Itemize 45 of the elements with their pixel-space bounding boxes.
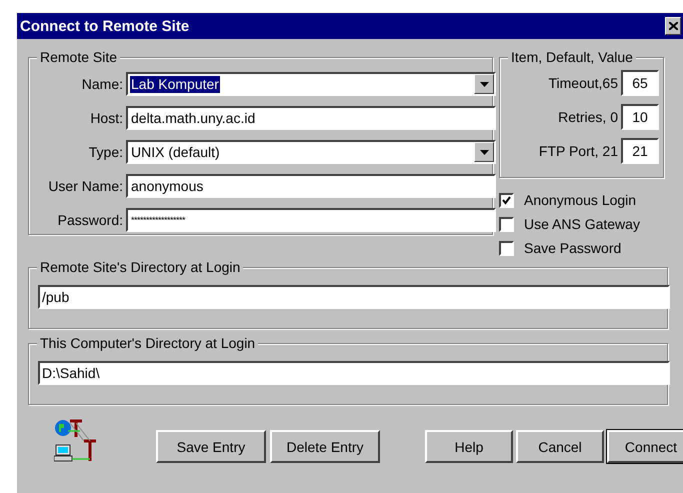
field-label: Retries, 0: [557, 109, 618, 125]
caret-icon: [480, 150, 488, 154]
dialog-button[interactable]: Save Entry: [156, 430, 266, 463]
field-label: Timeout,65: [547, 75, 618, 91]
field-value: delta.math.uny.ac.id: [130, 110, 256, 126]
group-label: Item, Default, Value: [508, 49, 636, 65]
input-field[interactable]: delta.math.uny.ac.id: [126, 106, 496, 130]
field-label: Password:: [56, 212, 123, 228]
input-field[interactable]: anonymous: [126, 174, 496, 198]
input-field[interactable]: 65: [621, 70, 659, 96]
dropdown-button[interactable]: [474, 142, 494, 162]
input-field[interactable]: 10: [621, 104, 659, 130]
input-field[interactable]: D:\Sahid\: [38, 361, 670, 385]
dialog-button[interactable]: Connect: [607, 430, 683, 463]
dialog-button[interactable]: Cancel: [516, 430, 604, 463]
dropdown-button[interactable]: [474, 74, 494, 94]
dialog-button[interactable]: Delete Entry: [270, 430, 380, 463]
checkbox-label: Anonymous Login: [524, 192, 636, 208]
checkbox-label: Save Password: [524, 240, 622, 256]
checkbox-label: Use ANS Gateway: [524, 216, 640, 232]
close-icon: [668, 22, 678, 30]
checkbox[interactable]: [499, 240, 514, 256]
field-label: Type:: [88, 144, 123, 160]
field-label: FTP Port, 21: [538, 143, 618, 159]
window-title: Connect to Remote Site: [20, 18, 190, 34]
dropdown-field[interactable]: Lab Komputer: [126, 72, 496, 96]
group-label: Remote Site: [37, 49, 120, 65]
field-value: UNIX (default): [130, 144, 221, 160]
dialog-button[interactable]: Help: [425, 430, 513, 463]
field-value: Lab Komputer: [130, 76, 220, 92]
input-field[interactable]: 21: [621, 138, 659, 164]
password-field[interactable]: ******************: [126, 208, 496, 232]
group-label: This Computer's Directory at Login: [37, 335, 258, 351]
field-label: Host:: [89, 110, 123, 126]
close-button[interactable]: [665, 17, 681, 35]
dropdown-field[interactable]: UNIX (default): [126, 140, 496, 164]
input-field[interactable]: /pub: [38, 285, 670, 309]
caret-icon: [480, 82, 488, 86]
field-value: anonymous: [130, 178, 204, 194]
group-label: Remote Site's Directory at Login: [37, 259, 244, 275]
checkbox[interactable]: [499, 216, 514, 232]
checkbox[interactable]: [499, 192, 514, 208]
field-value: ******************: [130, 214, 186, 226]
field-label: Name:: [80, 76, 123, 92]
field-label: User Name:: [47, 178, 123, 194]
